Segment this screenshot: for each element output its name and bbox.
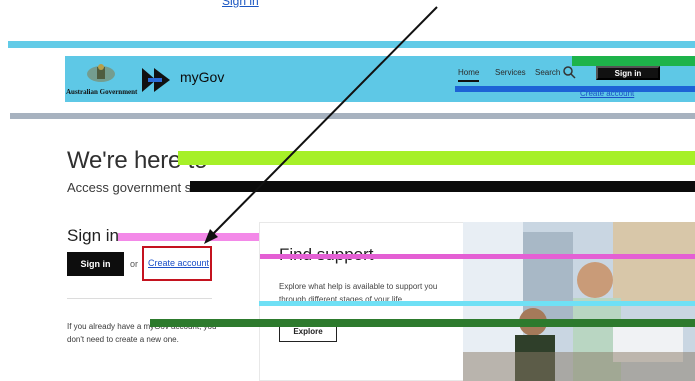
nav-search[interactable]: Search — [535, 68, 560, 77]
artifact-band-green — [150, 319, 695, 327]
header-stripe-blue — [455, 86, 695, 92]
page-subtitle: Access government s — [67, 180, 192, 195]
hero-title-highlight — [178, 151, 695, 165]
mygov-logo-icon[interactable] — [138, 64, 174, 96]
sign-in-heading: Sign in — [67, 226, 119, 245]
coat-of-arms-icon — [87, 64, 115, 82]
top-sign-in-link[interactable]: Sign in — [222, 0, 259, 8]
artifact-band-cyan — [259, 301, 695, 306]
nav-services[interactable]: Services — [495, 68, 526, 77]
create-account-link[interactable]: Create account — [148, 258, 209, 268]
hero-subtitle-redaction — [190, 181, 695, 192]
header-create-account-link[interactable]: Create account — [580, 89, 634, 98]
sign-in-button[interactable]: Sign in — [67, 252, 124, 276]
nav-home[interactable]: Home — [458, 68, 480, 82]
header-top-band — [8, 41, 695, 48]
brand-name[interactable]: myGov — [180, 69, 224, 85]
header-bottom-band — [10, 113, 695, 119]
search-icon[interactable] — [562, 65, 576, 79]
artifact-band-pink — [260, 254, 695, 259]
header-stripe-green — [572, 56, 695, 66]
government-label: Australian Government — [66, 88, 138, 96]
header-sign-in-button[interactable]: Sign in — [596, 66, 660, 80]
divider — [67, 298, 212, 299]
or-separator: or — [130, 259, 139, 269]
